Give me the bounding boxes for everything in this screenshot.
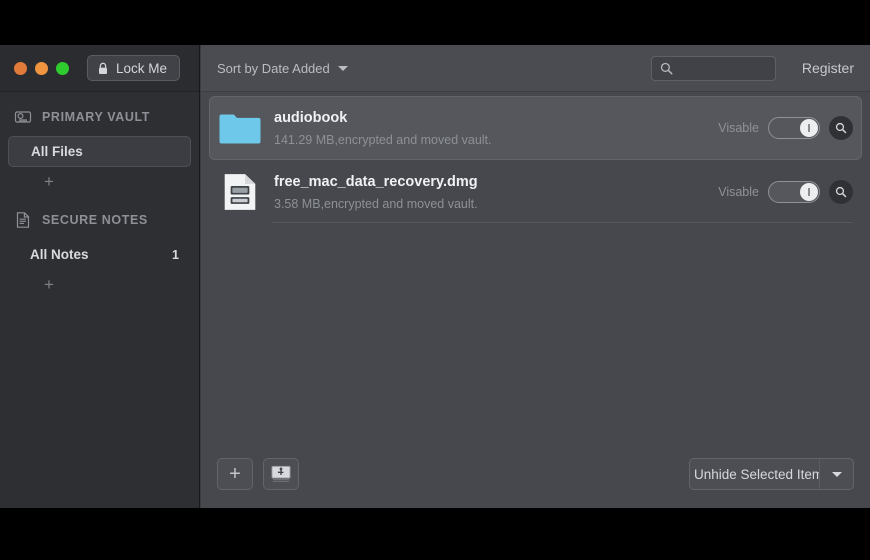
toggle-knob xyxy=(800,119,818,137)
usb-drive-icon xyxy=(270,464,292,484)
sort-by-label: Sort by Date Added xyxy=(217,60,330,76)
search-box[interactable] xyxy=(650,55,776,81)
row-controls: Visable xyxy=(718,116,853,140)
app-window: Lock Me PRIMARY VAULT All Files + SECURE… xyxy=(0,45,870,508)
visibility-label: Visable xyxy=(718,185,759,199)
visibility-label: Visable xyxy=(718,121,759,135)
toggle-knob xyxy=(800,183,818,201)
window-titlebar: Lock Me xyxy=(0,45,199,92)
file-meta: free_mac_data_recovery.dmg 3.58 MB,encry… xyxy=(274,174,478,211)
file-list: audiobook 141.29 MB,encrypted and moved … xyxy=(201,92,870,224)
file-meta: audiobook 141.29 MB,encrypted and moved … xyxy=(274,110,492,147)
chevron-down-icon xyxy=(337,65,348,71)
bulk-action-dropdown[interactable]: Unhide Selected Items xyxy=(689,458,854,490)
sidebar-section-label: SECURE NOTES xyxy=(42,213,148,227)
sidebar-item-all-files[interactable]: All Files xyxy=(8,136,191,167)
plus-icon: + xyxy=(44,172,54,191)
add-note-button[interactable]: + xyxy=(0,272,199,298)
close-button[interactable] xyxy=(14,61,27,75)
row-divider xyxy=(272,222,853,223)
visibility-toggle[interactable] xyxy=(768,117,820,139)
plus-icon: + xyxy=(44,275,54,294)
add-file-button[interactable]: + xyxy=(217,458,253,490)
dmg-disk-image-icon xyxy=(216,168,264,216)
sidebar-item-count: 1 xyxy=(172,247,179,262)
sort-by-dropdown[interactable]: Sort by Date Added xyxy=(217,61,348,76)
sidebar-section-secure-notes: SECURE NOTES xyxy=(0,203,199,237)
search-icon xyxy=(660,62,673,75)
file-subtitle: 3.58 MB,encrypted and moved vault. xyxy=(274,196,478,211)
search-input[interactable] xyxy=(678,61,767,75)
add-vault-button[interactable]: + xyxy=(0,169,199,195)
maximize-button[interactable] xyxy=(56,61,69,75)
sidebar: Lock Me PRIMARY VAULT All Files + SECURE… xyxy=(0,45,200,508)
file-name: free_mac_data_recovery.dmg xyxy=(274,173,478,190)
table-row[interactable]: audiobook 141.29 MB,encrypted and moved … xyxy=(209,96,862,160)
file-name: audiobook xyxy=(274,109,348,126)
row-controls: Visable xyxy=(718,180,853,204)
import-from-drive-button[interactable] xyxy=(263,458,299,490)
reveal-search-icon[interactable] xyxy=(829,180,853,204)
reveal-search-icon[interactable] xyxy=(829,116,853,140)
note-document-icon xyxy=(14,211,32,229)
traffic-lights xyxy=(14,61,69,75)
file-subtitle: 141.29 MB,encrypted and moved vault. xyxy=(274,132,492,147)
visibility-toggle[interactable] xyxy=(768,181,820,203)
chevron-down-icon xyxy=(819,459,853,489)
lock-me-label: Lock Me xyxy=(116,60,168,76)
plus-icon: + xyxy=(229,462,241,485)
toolbar: Sort by Date Added Register xyxy=(201,45,870,92)
main-panel: Sort by Date Added Register audiobook 14… xyxy=(201,45,870,508)
bottom-toolbar: + Unhide Selected Items xyxy=(201,440,870,508)
sidebar-item-label: All Notes xyxy=(30,247,89,262)
lock-icon xyxy=(97,62,109,75)
table-row[interactable]: free_mac_data_recovery.dmg 3.58 MB,encry… xyxy=(209,160,862,224)
vault-drive-icon xyxy=(14,108,32,126)
folder-icon xyxy=(216,104,264,152)
sidebar-item-label: All Files xyxy=(31,144,83,159)
register-button[interactable]: Register xyxy=(802,60,854,76)
sidebar-item-all-notes[interactable]: All Notes 1 xyxy=(8,239,191,270)
minimize-button[interactable] xyxy=(35,61,48,75)
sidebar-section-label: PRIMARY VAULT xyxy=(42,110,151,124)
lock-me-button[interactable]: Lock Me xyxy=(87,55,181,81)
bulk-action-value: Unhide Selected Items xyxy=(694,466,819,482)
sidebar-section-primary-vault: PRIMARY VAULT xyxy=(0,100,199,134)
